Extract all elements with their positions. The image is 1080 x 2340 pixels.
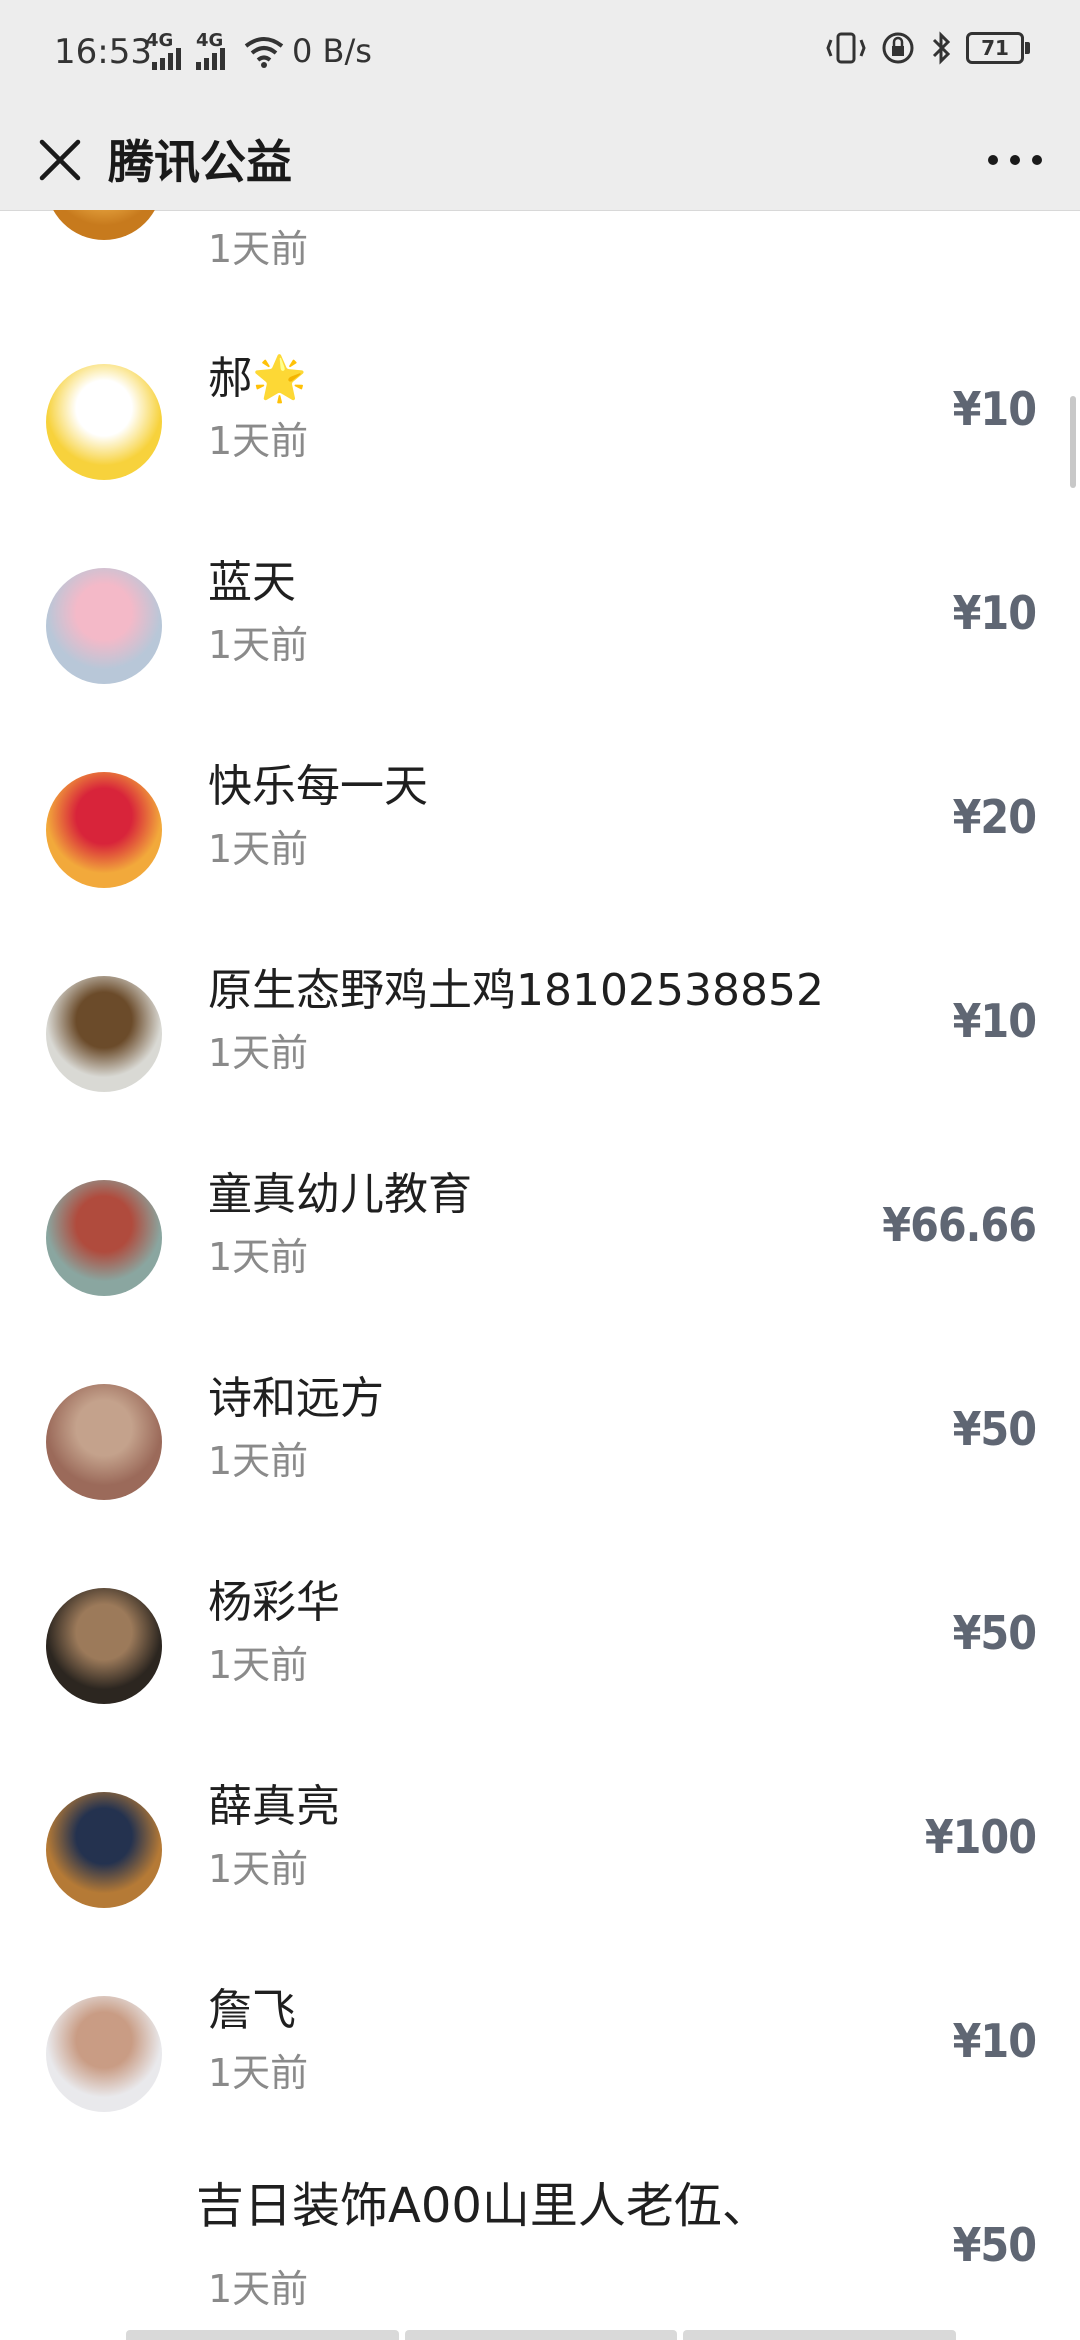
donor-name: 杨彩华 xyxy=(208,1577,340,1628)
donation-amount: ¥10 xyxy=(952,586,1037,640)
list-item[interactable]: 吉日装饰A00山里人老伍、 1天前 ¥50 xyxy=(0,2154,1080,2340)
avatar xyxy=(46,772,162,888)
status-time: 16:53 xyxy=(54,32,152,72)
donation-amount: ¥10 xyxy=(952,382,1037,436)
bottom-tab-3[interactable] xyxy=(683,2330,957,2340)
donation-time: 1天前 xyxy=(208,1847,309,1891)
page-title: 腾讯公益 xyxy=(108,135,292,189)
donation-time: 1天前 xyxy=(208,419,309,463)
donation-time: 1天前 xyxy=(208,623,309,667)
donor-name: 快乐每一天 xyxy=(208,761,428,812)
battery-level: 71 xyxy=(981,36,1009,60)
list-item[interactable]: 童真幼儿教育 1天前 ¥66.66 xyxy=(0,1134,1080,1338)
network-speed: 0 B/s xyxy=(292,32,372,70)
list-item[interactable]: 快乐每一天 1天前 ¥20 xyxy=(0,726,1080,930)
donation-time: 1天前 xyxy=(208,2267,309,2311)
avatar xyxy=(46,1384,162,1500)
list-item[interactable]: 郝🌟 1天前 ¥10 xyxy=(0,318,1080,522)
donation-amount: ¥50 xyxy=(952,2218,1037,2272)
donor-name: 童真幼儿教育 xyxy=(208,1169,472,1220)
list-item[interactable]: 1天前 xyxy=(0,210,1080,318)
status-bar: 16:53 4G 4G 0 B/s 71 xyxy=(0,0,1080,110)
donation-time: 1天前 xyxy=(208,227,309,271)
vibrate-icon xyxy=(826,32,866,64)
wifi-icon xyxy=(244,37,284,68)
nav-bar: 腾讯公益 xyxy=(0,110,1080,211)
donation-time: 1天前 xyxy=(208,1643,309,1687)
bottom-tab-strip xyxy=(126,2330,957,2340)
donation-time: 1天前 xyxy=(208,1031,309,1075)
donor-name: 薛真亮 xyxy=(208,1781,340,1832)
avatar xyxy=(46,1180,162,1296)
avatar xyxy=(46,210,162,240)
close-icon[interactable] xyxy=(30,130,90,190)
donor-name: 詹飞 xyxy=(208,1985,296,2036)
rotation-lock-icon xyxy=(882,32,914,64)
donation-amount: ¥10 xyxy=(952,994,1037,1048)
donation-amount: ¥50 xyxy=(952,1606,1037,1660)
avatar xyxy=(46,1588,162,1704)
donation-amount: ¥10 xyxy=(952,2014,1037,2068)
donor-name: 诗和远方 xyxy=(208,1373,384,1424)
list-item[interactable]: 蓝天 1天前 ¥10 xyxy=(0,522,1080,726)
donation-time: 1天前 xyxy=(208,1439,309,1483)
avatar xyxy=(46,1996,162,2112)
list-item[interactable]: 杨彩华 1天前 ¥50 xyxy=(0,1542,1080,1746)
scrollbar[interactable] xyxy=(1070,396,1076,488)
status-right-icons: 71 xyxy=(826,30,1030,66)
avatar xyxy=(46,1792,162,1908)
signal-bars-icon xyxy=(152,48,181,70)
avatar xyxy=(46,364,162,480)
bluetooth-icon xyxy=(932,31,951,65)
donation-amount: ¥100 xyxy=(924,1810,1037,1864)
donation-list: 1天前 郝🌟 1天前 ¥10 蓝天 1天前 ¥10 快乐每一天 1天前 ¥20 … xyxy=(0,210,1080,2340)
avatar xyxy=(46,976,162,1092)
donation-time: 1天前 xyxy=(208,2051,309,2095)
donation-amount: ¥20 xyxy=(952,790,1037,844)
signal-bars-icon-2 xyxy=(196,48,225,70)
donation-amount: ¥66.66 xyxy=(882,1198,1037,1252)
more-options-icon[interactable] xyxy=(980,130,1050,190)
donation-amount: ¥50 xyxy=(952,1402,1037,1456)
donation-time: 1天前 xyxy=(208,827,309,871)
donation-time: 1天前 xyxy=(208,1235,309,1279)
list-item[interactable]: 诗和远方 1天前 ¥50 xyxy=(0,1338,1080,1542)
bottom-tab-1[interactable] xyxy=(126,2330,399,2340)
avatar xyxy=(46,568,162,684)
list-item[interactable]: 詹飞 1天前 ¥10 xyxy=(0,1950,1080,2154)
list-item[interactable]: 薛真亮 1天前 ¥100 xyxy=(0,1746,1080,1950)
avatar xyxy=(46,2200,162,2316)
battery-indicator: 71 xyxy=(966,32,1030,64)
donor-name: 原生态野鸡土鸡18102538852 xyxy=(208,965,824,1016)
donor-name: 郝🌟 xyxy=(208,353,307,404)
donor-name: 蓝天 xyxy=(208,557,296,608)
bottom-tab-2[interactable] xyxy=(404,2330,678,2340)
list-item[interactable]: 原生态野鸡土鸡18102538852 1天前 ¥10 xyxy=(0,930,1080,1134)
donor-name: 吉日装饰A00山里人老伍、 xyxy=(196,2178,770,2234)
